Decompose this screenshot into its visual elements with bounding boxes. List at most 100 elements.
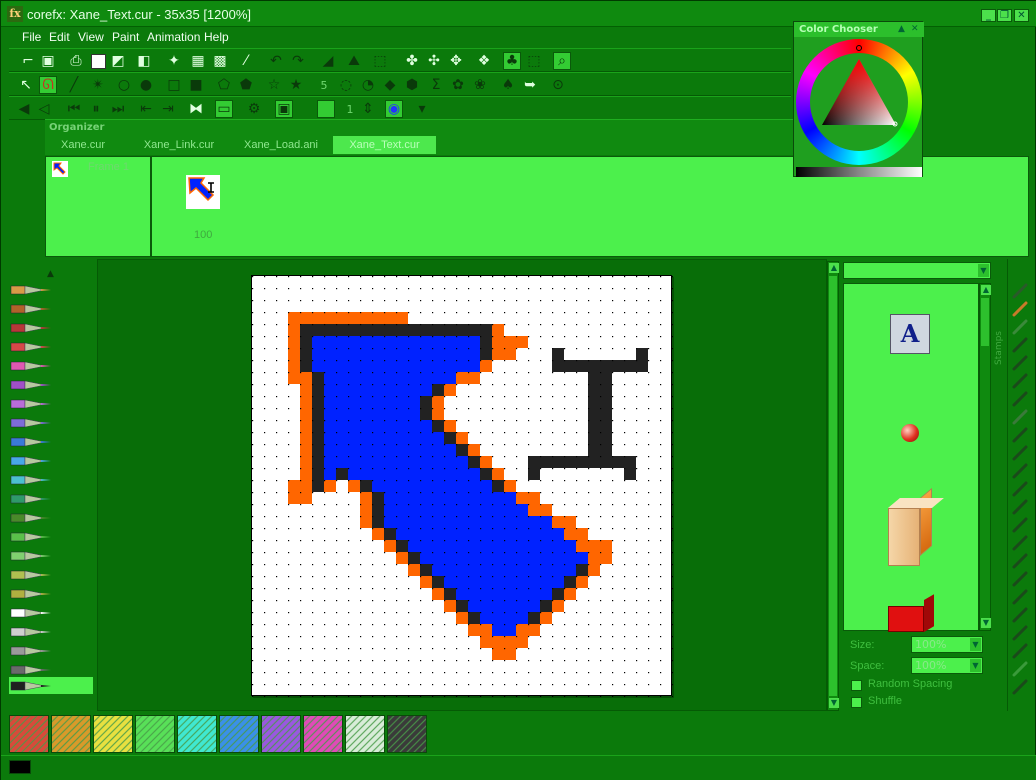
pixel[interactable] [504,612,516,624]
pixel[interactable] [444,588,456,600]
pixel[interactable] [408,336,420,348]
pixel[interactable] [396,444,408,456]
cc-close-icon[interactable]: ✕ [911,24,919,34]
pixel[interactable] [408,480,420,492]
pixel[interactable] [336,336,348,348]
pixel[interactable] [300,336,312,348]
arrow-icon[interactable]: ↖ [17,76,35,94]
pixel[interactable] [360,312,372,324]
pixel[interactable] [552,600,564,612]
pixel[interactable] [504,528,516,540]
pixel[interactable] [312,432,324,444]
pixel[interactable] [336,372,348,384]
pixel[interactable] [360,372,372,384]
pen-9[interactable] [9,433,93,450]
pixel[interactable] [312,372,324,384]
pixel[interactable] [564,564,576,576]
brush-tool-19-icon[interactable] [1011,607,1029,623]
pixel[interactable] [396,396,408,408]
pixel[interactable] [492,636,504,648]
pixel[interactable] [480,468,492,480]
color-swatch-10[interactable] [387,715,427,753]
pixel[interactable] [528,468,540,480]
pixel[interactable] [516,564,528,576]
pixel[interactable] [324,360,336,372]
pixel[interactable] [300,372,312,384]
undo-icon[interactable]: ↶ [267,52,285,70]
pixel[interactable] [516,636,528,648]
color-swatch-5[interactable] [177,715,217,753]
pixel[interactable] [384,480,396,492]
pixel[interactable] [504,348,516,360]
pixel[interactable] [336,348,348,360]
pixel[interactable] [444,432,456,444]
pixel[interactable] [420,456,432,468]
pixel[interactable] [336,396,348,408]
pixel[interactable] [348,384,360,396]
scroll-down-icon[interactable]: ▼ [829,698,839,708]
pixel[interactable] [312,468,324,480]
pixel[interactable] [624,456,636,468]
pixel[interactable] [420,492,432,504]
pixel[interactable] [408,468,420,480]
filled-rect-icon[interactable]: ■ [187,76,205,94]
pixel[interactable] [432,372,444,384]
pixel[interactable] [444,528,456,540]
pixel[interactable] [396,480,408,492]
pixel[interactable] [408,528,420,540]
pixel[interactable] [456,456,468,468]
pixel[interactable] [564,552,576,564]
pixel[interactable] [456,552,468,564]
spray-icon[interactable]: ✴ [89,76,107,94]
pixel[interactable] [300,360,312,372]
pixel[interactable] [576,360,588,372]
pixel[interactable] [324,312,336,324]
pixel[interactable] [384,492,396,504]
pixel[interactable] [528,456,540,468]
pixel[interactable] [384,540,396,552]
pixel[interactable] [408,456,420,468]
shuffle-label[interactable]: Shuffle [868,695,902,707]
pixel[interactable] [504,492,516,504]
pixel[interactable] [540,588,552,600]
pixel[interactable] [492,540,504,552]
pixel[interactable] [600,420,612,432]
pixel[interactable] [588,432,600,444]
brush-tool-9-icon[interactable] [1011,427,1029,443]
pixel[interactable] [504,648,516,660]
pixel[interactable] [480,528,492,540]
pixel[interactable] [384,468,396,480]
pixel[interactable] [408,384,420,396]
pixel[interactable] [516,492,528,504]
pixel[interactable] [396,408,408,420]
ellipse-icon[interactable]: ○ [115,76,133,94]
pixel[interactable] [372,324,384,336]
pixel[interactable] [408,324,420,336]
pixel[interactable] [576,576,588,588]
pixel[interactable] [408,564,420,576]
letter-brush[interactable]: A [890,314,930,354]
pixel[interactable] [324,420,336,432]
pixel[interactable] [372,492,384,504]
settings-icon[interactable]: ⚙ [245,100,263,118]
pixel[interactable] [468,552,480,564]
print-icon[interactable]: ⎙ [67,52,85,70]
pixel[interactable] [408,552,420,564]
pixel[interactable] [372,396,384,408]
pixel[interactable] [504,336,516,348]
pixel[interactable] [492,600,504,612]
pixel[interactable] [576,528,588,540]
pixel[interactable] [456,612,468,624]
random-spacing-checkbox[interactable] [851,680,862,691]
pixel[interactable] [396,432,408,444]
pixel[interactable] [360,420,372,432]
pixel[interactable] [480,324,492,336]
space-arrow-icon[interactable]: ▼ [970,659,981,672]
pixel[interactable] [372,348,384,360]
pixel[interactable] [468,348,480,360]
brush-scroll-down-icon[interactable]: ▼ [981,618,991,628]
pixel[interactable] [336,456,348,468]
pixel[interactable] [576,564,588,576]
pixel[interactable] [528,600,540,612]
restore-button[interactable]: ❐ [997,9,1012,22]
